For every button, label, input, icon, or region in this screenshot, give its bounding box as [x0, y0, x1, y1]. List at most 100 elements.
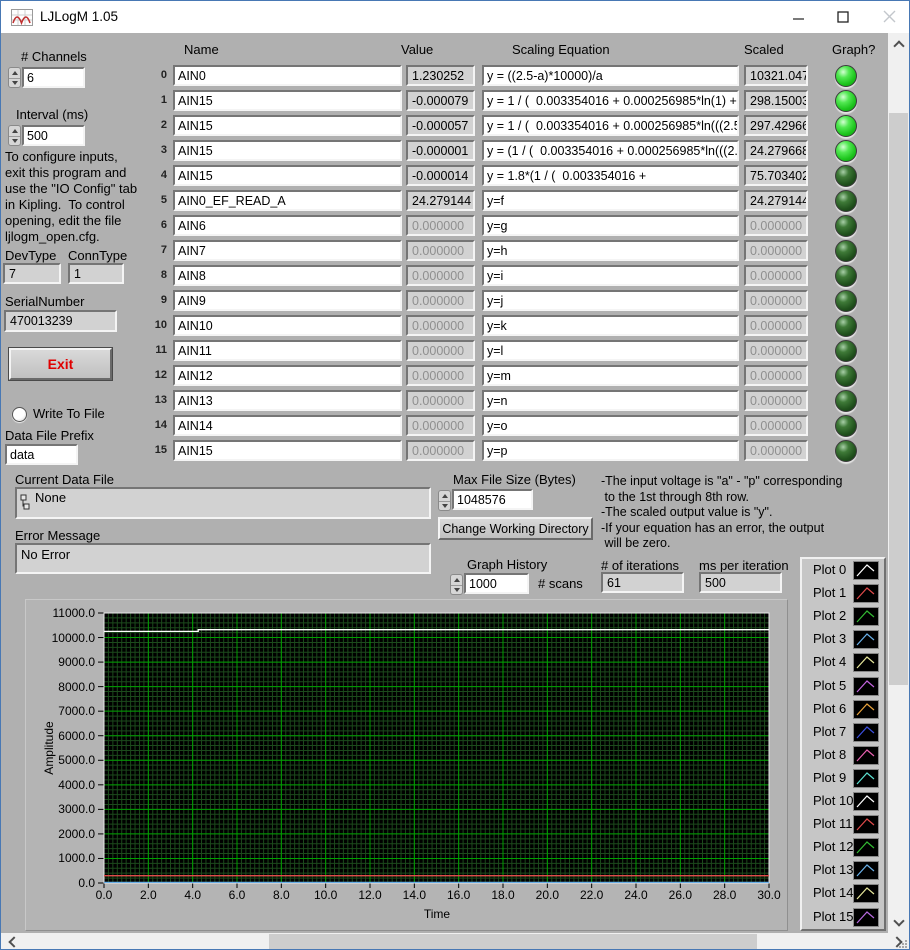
- legend-line-swatch-icon[interactable]: [853, 561, 879, 580]
- graph-enable-led[interactable]: [835, 140, 857, 162]
- channel-name-input[interactable]: AIN15: [173, 440, 402, 461]
- channel-name-input[interactable]: AIN13: [173, 390, 402, 411]
- max-file-size-input[interactable]: 1048576: [452, 489, 533, 510]
- graph-enable-led[interactable]: [835, 290, 857, 312]
- exit-button[interactable]: Exit: [9, 348, 112, 380]
- graph-history-spinner[interactable]: [450, 574, 463, 595]
- channel-name-input[interactable]: AIN8: [173, 265, 402, 286]
- channel-name-input[interactable]: AIN15: [173, 115, 402, 136]
- graph-enable-led[interactable]: [835, 65, 857, 87]
- legend-line-swatch-icon[interactable]: [853, 584, 879, 603]
- legend-line-swatch-icon[interactable]: [853, 884, 879, 903]
- legend-item-label[interactable]: Plot 11: [813, 816, 853, 831]
- scaling-equation-input[interactable]: y=g: [482, 215, 739, 236]
- interval-spinner[interactable]: [8, 125, 21, 146]
- legend-item-label[interactable]: Plot 6: [813, 701, 846, 716]
- channel-name-input[interactable]: AIN0: [173, 65, 402, 86]
- resize-grip-icon[interactable]: [899, 940, 908, 949]
- graph-enable-led[interactable]: [835, 190, 857, 212]
- graph-enable-led[interactable]: [835, 315, 857, 337]
- graph-enable-led[interactable]: [835, 340, 857, 362]
- legend-item-label[interactable]: Plot 2: [813, 608, 846, 623]
- horizontal-scrollbar-thumb[interactable]: [269, 934, 757, 949]
- legend-item-label[interactable]: Plot 4: [813, 654, 846, 669]
- scaling-equation-input[interactable]: y=j: [482, 290, 739, 311]
- legend-line-swatch-icon[interactable]: [853, 700, 879, 719]
- legend-line-swatch-icon[interactable]: [853, 861, 879, 880]
- max-file-size-spinner[interactable]: [438, 490, 451, 511]
- scaling-equation-input[interactable]: y=l: [482, 340, 739, 361]
- channel-name-input[interactable]: AIN10: [173, 315, 402, 336]
- scaling-equation-input[interactable]: y = 1 / ( 0.003354016 + 0.000256985*ln((…: [482, 115, 739, 136]
- scaling-equation-input[interactable]: y=m: [482, 365, 739, 386]
- graph-enable-led[interactable]: [835, 115, 857, 137]
- legend-item-label[interactable]: Plot 1: [813, 585, 846, 600]
- graph-enable-led[interactable]: [835, 265, 857, 287]
- channel-name-input[interactable]: AIN6: [173, 215, 402, 236]
- graph-enable-led[interactable]: [835, 90, 857, 112]
- scroll-up-icon[interactable]: [888, 35, 909, 53]
- channel-name-input[interactable]: AIN15: [173, 90, 402, 111]
- legend-item-label[interactable]: Plot 15: [813, 909, 853, 924]
- legend-line-swatch-icon[interactable]: [853, 653, 879, 672]
- channel-name-input[interactable]: AIN9: [173, 290, 402, 311]
- channel-name-input[interactable]: AIN0_EF_READ_A: [173, 190, 402, 211]
- legend-item-label[interactable]: Plot 13: [813, 862, 853, 877]
- legend-line-swatch-icon[interactable]: [853, 792, 879, 811]
- legend-line-swatch-icon[interactable]: [853, 908, 879, 927]
- legend-item-label[interactable]: Plot 10: [813, 793, 853, 808]
- scaling-equation-input[interactable]: y = 1.8*(1 / ( 0.003354016 +: [482, 165, 739, 186]
- graph-enable-led[interactable]: [835, 440, 857, 462]
- legend-line-swatch-icon[interactable]: [853, 769, 879, 788]
- scaling-equation-input[interactable]: y=h: [482, 240, 739, 261]
- legend-line-swatch-icon[interactable]: [853, 607, 879, 626]
- scaling-equation-input[interactable]: y=f: [482, 190, 739, 211]
- scroll-left-icon[interactable]: [3, 933, 21, 950]
- close-button[interactable]: [867, 1, 910, 32]
- channels-input[interactable]: 6: [22, 67, 85, 88]
- legend-item-label[interactable]: Plot 8: [813, 747, 846, 762]
- legend-line-swatch-icon[interactable]: [853, 815, 879, 834]
- channel-name-input[interactable]: AIN14: [173, 415, 402, 436]
- scaling-equation-input[interactable]: y=p: [482, 440, 739, 461]
- scaling-equation-input[interactable]: y=i: [482, 265, 739, 286]
- scaling-equation-input[interactable]: y = ((2.5-a)*10000)/a: [482, 65, 739, 86]
- maximize-button[interactable]: [821, 1, 865, 32]
- scaling-equation-input[interactable]: y=n: [482, 390, 739, 411]
- write-to-file-radio[interactable]: [12, 407, 27, 422]
- interval-input[interactable]: 500: [22, 125, 85, 146]
- minimize-button[interactable]: [777, 1, 821, 32]
- legend-item-label[interactable]: Plot 5: [813, 678, 846, 693]
- legend-line-swatch-icon[interactable]: [853, 677, 879, 696]
- graph-enable-led[interactable]: [835, 215, 857, 237]
- scaling-equation-input[interactable]: y = (1 / ( 0.003354016 + 0.000256985*ln(…: [482, 140, 739, 161]
- channel-name-input[interactable]: AIN11: [173, 340, 402, 361]
- legend-line-swatch-icon[interactable]: [853, 746, 879, 765]
- legend-line-swatch-icon[interactable]: [853, 838, 879, 857]
- scroll-down-icon[interactable]: [888, 913, 909, 931]
- legend-item-label[interactable]: Plot 3: [813, 631, 846, 646]
- legend-line-swatch-icon[interactable]: [853, 723, 879, 742]
- graph-enable-led[interactable]: [835, 165, 857, 187]
- change-working-directory-button[interactable]: Change Working Directory: [438, 517, 593, 540]
- graph-enable-led[interactable]: [835, 415, 857, 437]
- legend-item-label[interactable]: Plot 12: [813, 839, 853, 854]
- scaling-equation-input[interactable]: y=o: [482, 415, 739, 436]
- channel-name-input[interactable]: AIN12: [173, 365, 402, 386]
- graph-enable-led[interactable]: [835, 365, 857, 387]
- legend-item-label[interactable]: Plot 14: [813, 885, 853, 900]
- legend-item-label[interactable]: Plot 9: [813, 770, 846, 785]
- legend-line-swatch-icon[interactable]: [853, 630, 879, 649]
- legend-item-label[interactable]: Plot 0: [813, 562, 846, 577]
- channel-name-input[interactable]: AIN15: [173, 165, 402, 186]
- vertical-scrollbar-thumb[interactable]: [889, 113, 908, 685]
- scaling-equation-input[interactable]: y = 1 / ( 0.003354016 + 0.000256985*ln(1…: [482, 90, 739, 111]
- channels-spinner[interactable]: [8, 67, 21, 88]
- graph-history-input[interactable]: 1000: [464, 573, 529, 594]
- data-file-prefix-input[interactable]: data: [5, 444, 78, 465]
- graph-enable-led[interactable]: [835, 240, 857, 262]
- graph-enable-led[interactable]: [835, 390, 857, 412]
- scaling-equation-input[interactable]: y=k: [482, 315, 739, 336]
- legend-item-label[interactable]: Plot 7: [813, 724, 846, 739]
- channel-name-input[interactable]: AIN7: [173, 240, 402, 261]
